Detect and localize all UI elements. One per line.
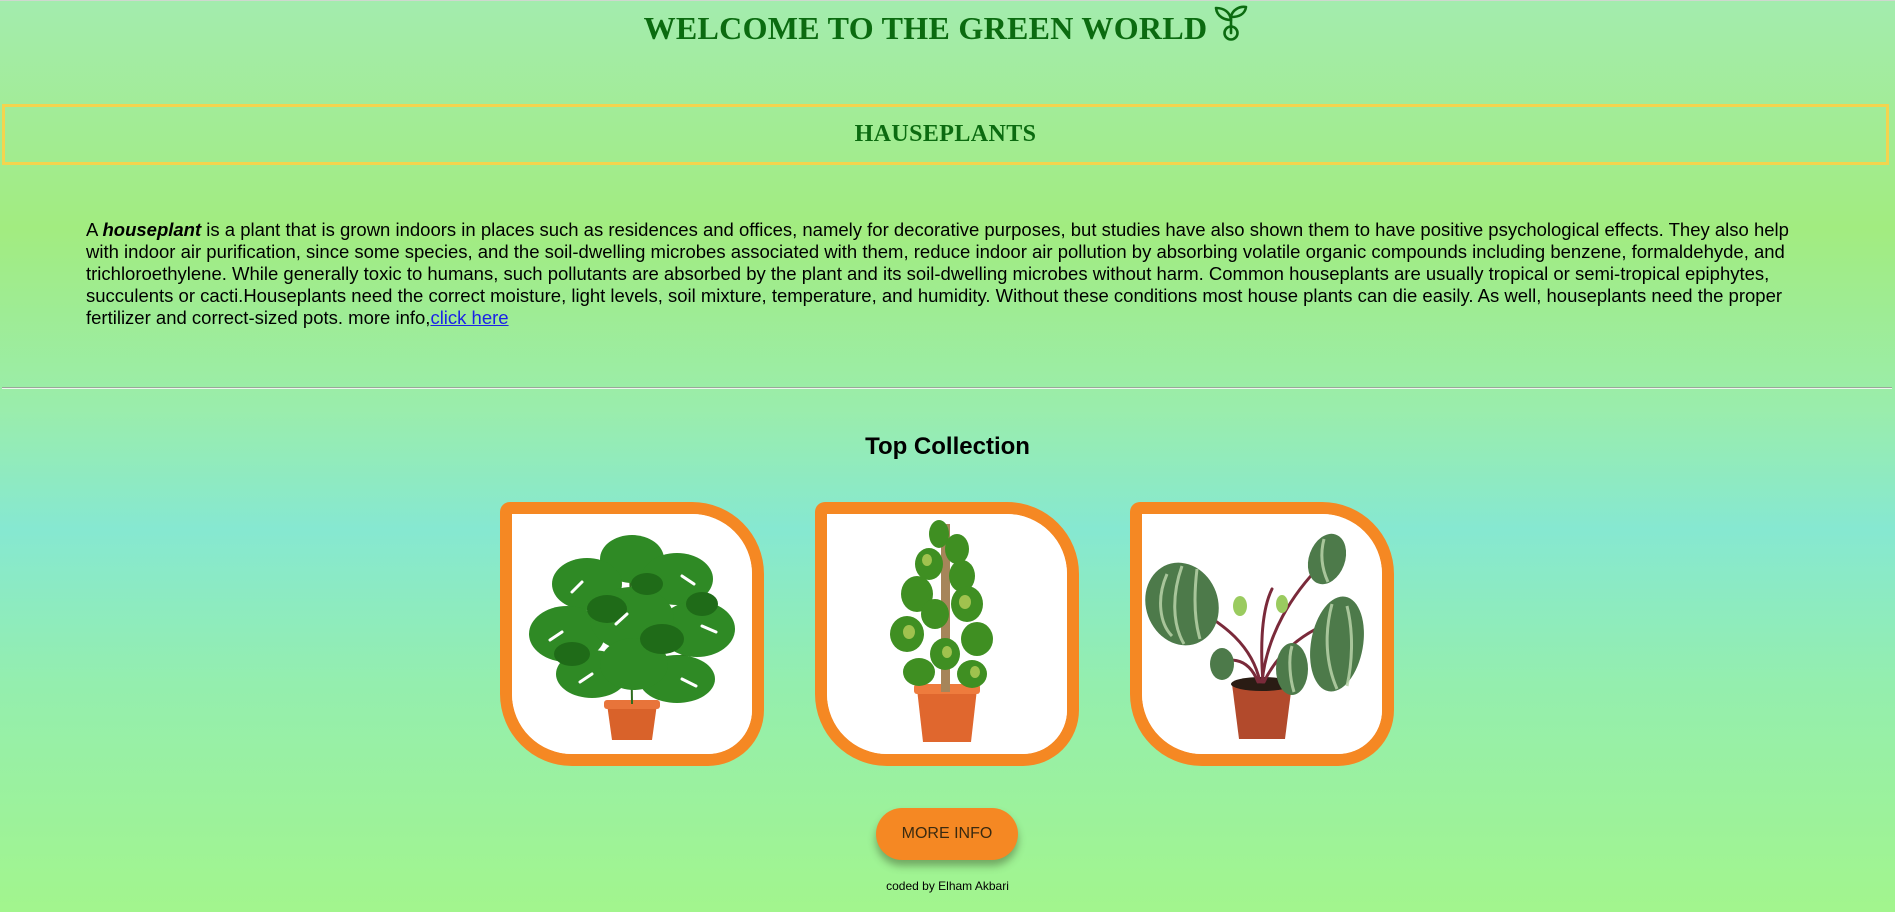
top-border-line	[0, 0, 1895, 1]
monstera-plant-card[interactable]	[500, 502, 764, 766]
sprout-icon	[1211, 3, 1251, 54]
monstera-plant-image	[512, 514, 752, 754]
pothos-totem-plant-image	[827, 514, 1067, 754]
site-title-text: WELCOME TO THE GREEN WORLD	[643, 10, 1208, 46]
pothos-plant-card[interactable]	[815, 502, 1079, 766]
site-title: WELCOME TO THE GREEN WORLD	[0, 3, 1895, 57]
intro-paragraph: A houseplant is a plant that is grown in…	[86, 219, 1816, 329]
intro-body: is a plant that is grown indoors in plac…	[86, 219, 1789, 328]
section-divider	[2, 387, 1892, 389]
peperomia-plant-card[interactable]	[1130, 502, 1394, 766]
footer-credit: coded by Elham Akbari	[886, 879, 1009, 893]
more-info-button[interactable]: MORE INFO	[876, 808, 1018, 860]
section-title: HAUSEPLANTS	[854, 121, 1037, 147]
click-here-link[interactable]: click here	[430, 307, 508, 328]
collection-title: Top Collection	[865, 433, 1030, 460]
houseplants-section-header: HAUSEPLANTS	[2, 104, 1889, 165]
watermelon-peperomia-plant-image	[1142, 514, 1382, 754]
intro-lead: A	[86, 219, 103, 240]
intro-term: houseplant	[102, 219, 202, 240]
